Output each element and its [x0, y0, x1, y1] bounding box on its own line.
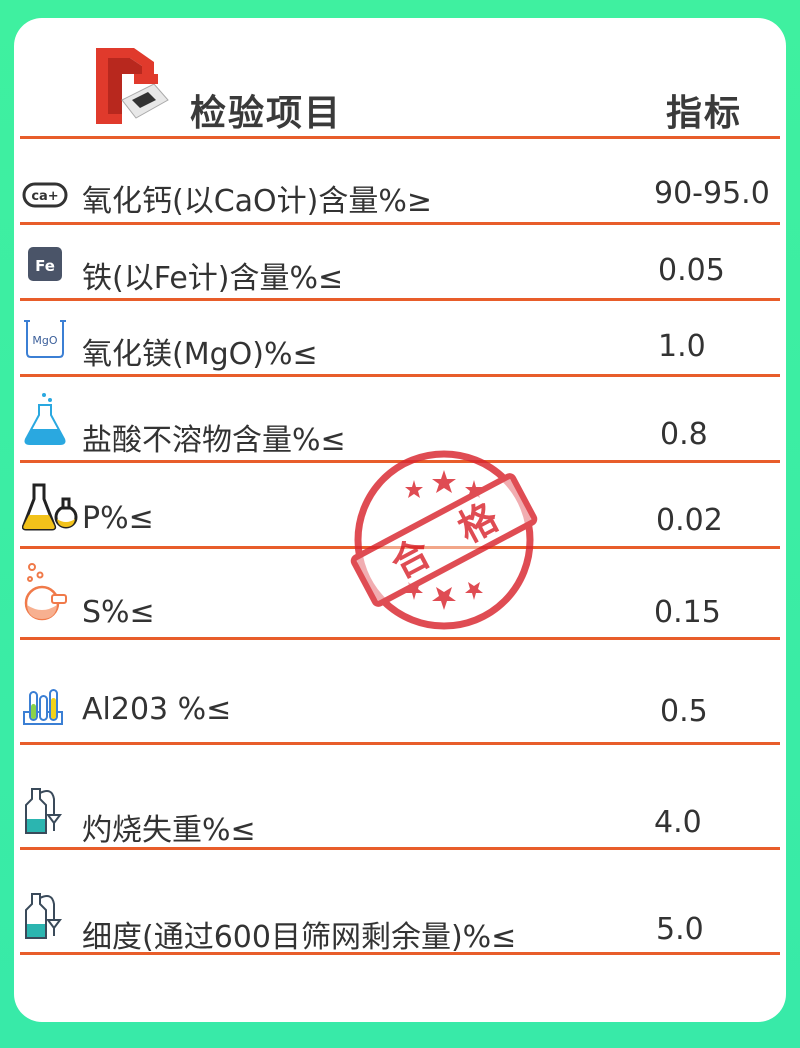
row-label: 氧化镁(MgO)%≤ [82, 337, 318, 372]
table-row: ca+ 氧化钙(以CaO计)含量%≥ 90-95.0 [14, 142, 786, 222]
row-value: 0.02 [656, 503, 723, 538]
calcium-ion-icon: ca+ [22, 182, 68, 208]
table-row: Al203 %≤ 0.5 [14, 640, 786, 742]
distillation-bottle-icon [25, 788, 62, 834]
bubbling-flask-icon [24, 563, 67, 621]
row-label: 氧化钙(以CaO计)含量%≥ [82, 184, 432, 219]
qualified-stamp: 合 格 [350, 450, 538, 630]
row-label: 盐酸不溶物含量%≤ [82, 423, 346, 458]
row-label: Al203 %≤ [82, 692, 232, 727]
header-rule [20, 136, 780, 139]
distillation-bottle-icon [25, 893, 62, 939]
row-label: 细度(通过600目筛网剩余量)%≤ [82, 920, 517, 955]
table-row: MgO 氧化镁(MgO)%≤ 1.0 [14, 301, 786, 375]
row-divider [20, 952, 780, 955]
lab-flasks-icon [22, 483, 78, 531]
table-row: Fe 铁(以Fe计)含量%≤ 0.05 [14, 225, 786, 301]
row-value: 5.0 [656, 912, 704, 947]
row-value: 4.0 [654, 805, 702, 840]
iron-element-icon: Fe [28, 247, 62, 281]
header-title: 检验项目 [190, 93, 343, 134]
row-value: 0.15 [654, 595, 721, 630]
mgo-beaker-icon: MgO [24, 320, 66, 358]
table-header: 检验项目 指标 [14, 18, 786, 140]
flask-icon [24, 393, 66, 445]
table-row: 灼烧失重%≤ 4.0 [14, 745, 786, 848]
row-value: 1.0 [658, 329, 706, 364]
row-value: 0.5 [660, 694, 708, 729]
row-label: P%≤ [82, 501, 154, 536]
test-tubes-icon [23, 689, 63, 725]
row-label: 灼烧失重%≤ [82, 813, 256, 848]
header-value-title: 指标 [666, 93, 743, 134]
table-row: 细度(通过600目筛网剩余量)%≤ 5.0 [14, 850, 786, 955]
row-value: 0.05 [658, 253, 725, 288]
svg-text:Fe: Fe [35, 257, 55, 275]
row-value: 0.8 [660, 417, 708, 452]
brand-logo-icon [96, 48, 169, 124]
row-value: 90-95.0 [654, 176, 770, 211]
row-label: 铁(以Fe计)含量%≤ [82, 261, 344, 296]
spec-card: 检验项目 指标 ca+ 氧化钙(以CaO计)含量%≥ 90-95.0 Fe 铁(… [14, 18, 786, 1022]
svg-text:MgO: MgO [32, 334, 57, 347]
row-label: S%≤ [82, 595, 155, 630]
svg-text:ca+: ca+ [31, 189, 58, 204]
